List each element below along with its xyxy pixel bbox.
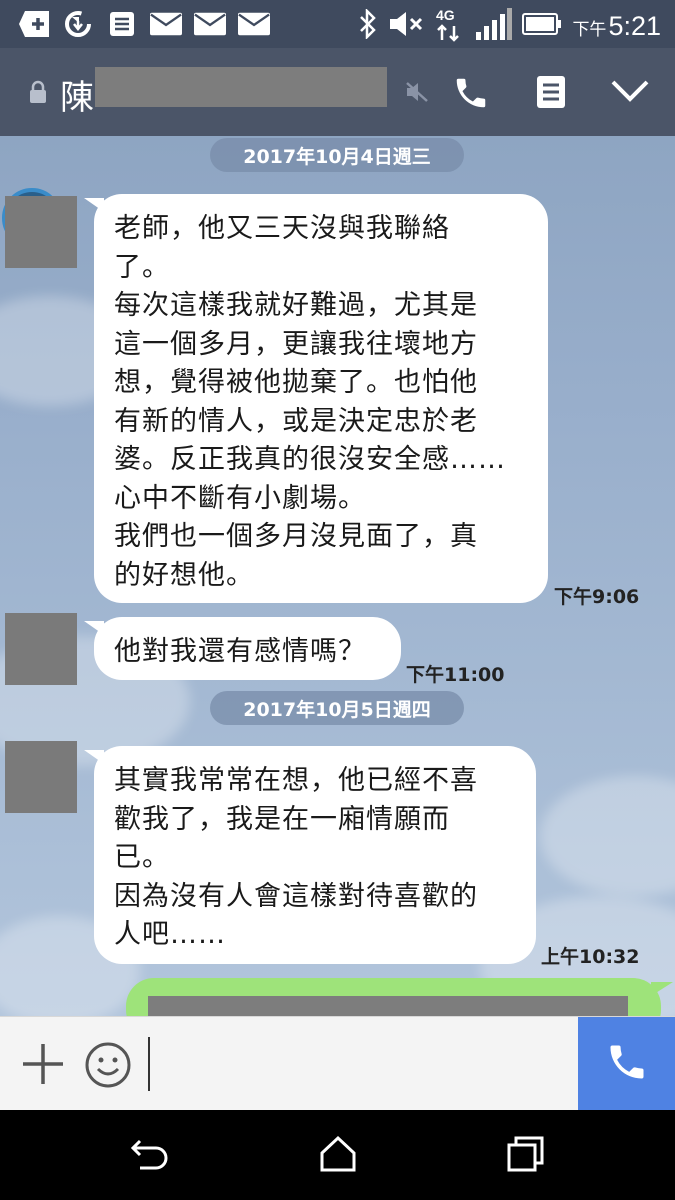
call-button[interactable] — [578, 1017, 675, 1111]
plus-icon[interactable] — [20, 1041, 66, 1091]
volume-mute-icon — [388, 10, 424, 42]
date-separator: 2017年10月4日週三 — [210, 138, 464, 172]
message-text: 他對我還有感情嗎？ — [114, 636, 366, 667]
signal-icon — [474, 8, 513, 44]
sync-icon — [62, 8, 94, 40]
date-separator: 2017年10月5日週四 — [210, 691, 464, 725]
emoji-icon[interactable] — [84, 1041, 132, 1093]
mute-icon — [405, 81, 429, 107]
message-time: 下午9:06 — [554, 586, 640, 608]
redacted-message — [148, 996, 628, 1016]
message-time: 下午11:00 — [406, 664, 505, 686]
input-bar — [0, 1016, 675, 1111]
voice-call-icon[interactable] — [452, 74, 490, 116]
avatar[interactable] — [5, 613, 77, 685]
home-icon[interactable] — [318, 1135, 358, 1177]
message-time: 上午10:32 — [541, 946, 640, 968]
battery-icon — [522, 13, 562, 39]
avatar[interactable] — [5, 741, 77, 813]
add-notification-icon — [18, 8, 50, 40]
back-icon[interactable] — [130, 1137, 170, 1175]
network-4g-icon: 4G — [434, 6, 464, 46]
message-bubble[interactable]: 其實我常常在想，他已經不喜 歡我了，我是在一廂情願而 已。 因為沒有人會這樣對待… — [84, 746, 536, 964]
note-icon[interactable] — [535, 74, 567, 114]
recent-apps-icon[interactable] — [506, 1135, 546, 1177]
redacted-name — [95, 67, 387, 107]
message-bubble[interactable]: 他對我還有感情嗎？ — [84, 617, 401, 680]
message-input[interactable] — [148, 1037, 568, 1091]
status-ampm: 下午 — [572, 19, 607, 40]
svg-text:4G: 4G — [436, 7, 455, 23]
chat-header: 陳 — [0, 48, 675, 136]
bluetooth-icon — [358, 7, 378, 43]
phone-icon — [605, 1040, 649, 1088]
mail-icon — [150, 8, 182, 40]
message-text: 老師，他又三天沒與我聯絡 了。 每次這樣我就好難過，尤其是 這一個多月，更讓我往… — [114, 213, 506, 591]
mail-icon — [194, 8, 226, 40]
notes-icon — [106, 8, 138, 40]
outgoing-message-bubble[interactable] — [126, 978, 673, 1016]
chevron-down-icon[interactable] — [610, 78, 650, 108]
message-text: 其實我常常在想，他已經不喜 歡我了，我是在一廂情願而 已。 因為沒有人會這樣對待… — [114, 765, 478, 950]
chat-area[interactable]: 2017年10月4日週三 老師，他又三天沒與我聯絡 了。 每次這樣我就好難過，尤… — [0, 136, 675, 1016]
status-bar: 4G 下午5:21 — [0, 0, 675, 48]
lock-icon — [28, 80, 48, 108]
status-time: 5:21 — [608, 10, 661, 41]
chat-title: 陳 — [60, 78, 94, 118]
avatar[interactable] — [5, 196, 77, 268]
mail-icon — [238, 8, 270, 40]
navigation-bar — [0, 1110, 675, 1200]
message-bubble[interactable]: 老師，他又三天沒與我聯絡 了。 每次這樣我就好難過，尤其是 這一個多月，更讓我往… — [84, 194, 548, 603]
